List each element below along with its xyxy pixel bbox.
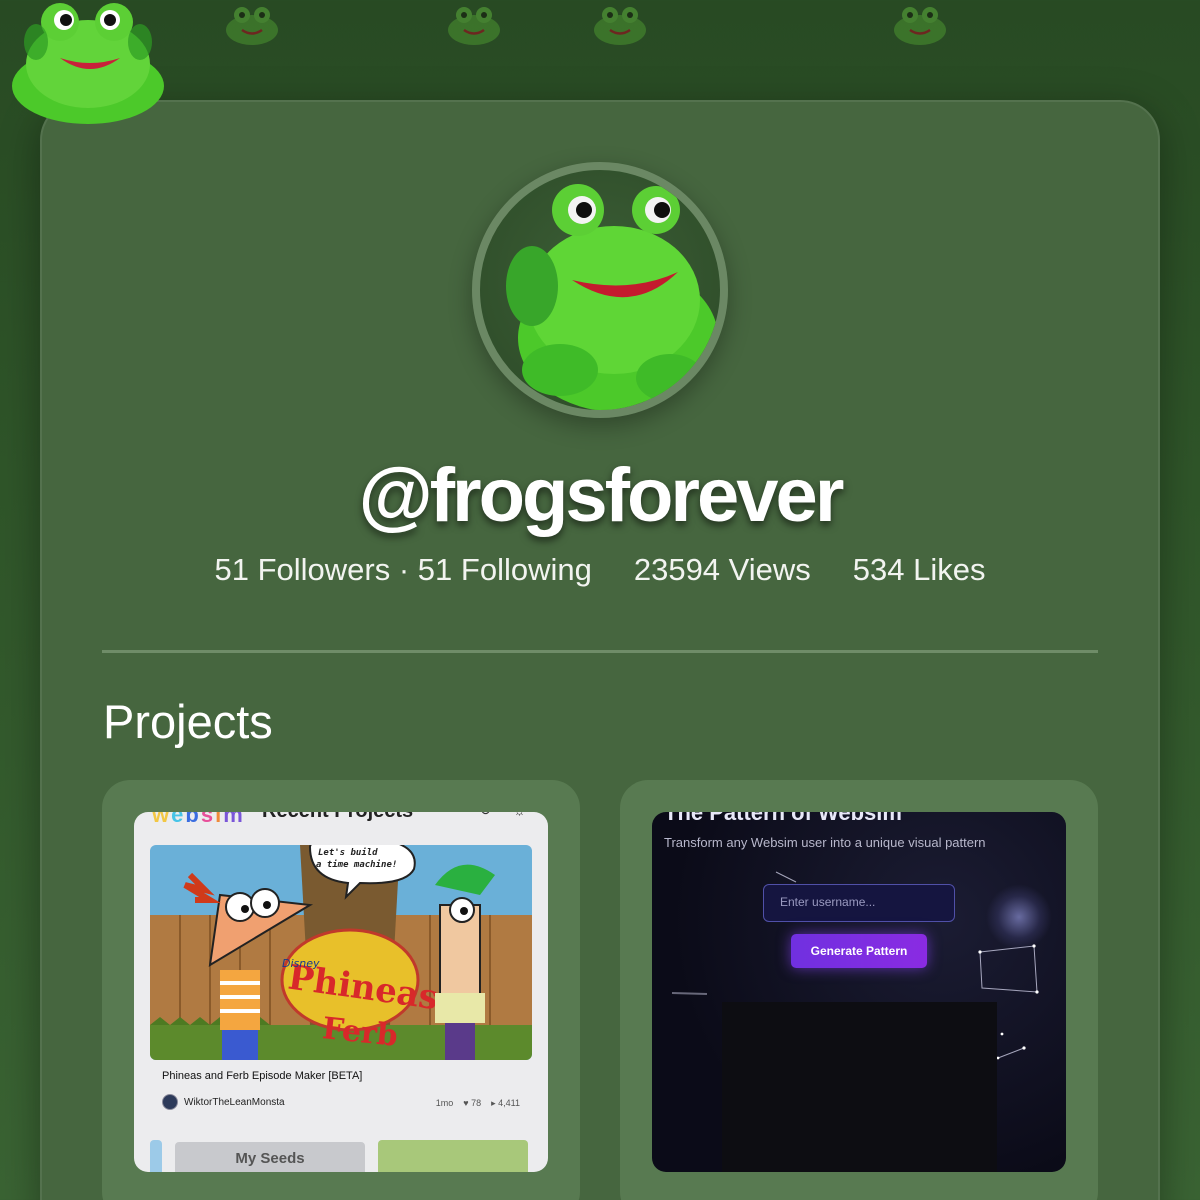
project-card[interactable]: websim Recent Projects ↻ ☼ — [102, 780, 580, 1200]
svg-text:a time machine!: a time machine! — [316, 859, 397, 870]
svg-text:Disney: Disney — [282, 957, 320, 970]
frog-decoration-icon — [448, 7, 500, 45]
followers-following-group: 51 Followers · 51 Following — [214, 552, 591, 588]
views-stat: ▸ 4,411 — [491, 1098, 520, 1109]
views-count: 23594 Views — [633, 552, 811, 587]
likes-stat: ♥ 78 — [463, 1098, 481, 1109]
seeds-tile-left — [150, 1140, 162, 1172]
thumbnail-title: The Pattern of Websim — [664, 812, 902, 825]
frog-decoration-icon — [226, 7, 278, 45]
thumbnail-title: Recent Projects — [262, 812, 413, 823]
frog-decoration-icon — [594, 7, 646, 45]
frog-mascot-icon — [12, 3, 164, 124]
projects-heading: Projects — [103, 695, 273, 748]
author-name: WiktorTheLeanMonsta — [184, 1096, 285, 1108]
profile-username: @frogsforever — [358, 453, 845, 538]
thumbnail-subtitle: Transform any Websim user into a unique … — [664, 835, 986, 850]
project-thumbnail[interactable]: The Pattern of Websim Transform any Webs… — [652, 812, 1066, 1172]
refresh-icon: ↻ — [480, 812, 492, 818]
project-card[interactable]: The Pattern of Websim Transform any Webs… — [620, 780, 1098, 1200]
my-seeds-button[interactable]: My Seeds — [175, 1142, 365, 1172]
author-avatar — [162, 1094, 178, 1110]
websim-logo: websim — [152, 812, 245, 827]
dark-canvas-area — [722, 1002, 997, 1172]
following-link[interactable]: 51 Following — [418, 552, 592, 587]
play-icon: ▸ — [491, 1098, 496, 1108]
thumbnail-header: websim Recent Projects ↻ ☼ — [134, 812, 548, 832]
sun-icon: ☼ — [513, 812, 526, 818]
section-divider — [102, 650, 1098, 653]
username-input[interactable]: Enter username... — [763, 884, 955, 922]
frog-decoration-icon — [894, 7, 946, 45]
project-meta: 1mo ♥ 78 ▸ 4,411 — [436, 1098, 520, 1109]
followers-link[interactable]: 51 Followers — [214, 552, 390, 587]
seeds-row: My Seeds — [150, 1140, 532, 1172]
phineas-ferb-artwork: Phineas Ferb Disney Let's build a time m… — [150, 845, 532, 1060]
glow-orb — [986, 884, 1052, 950]
heart-icon: ♥ — [463, 1098, 469, 1108]
views-value: 4,411 — [498, 1098, 520, 1108]
seeds-tile-right — [378, 1140, 528, 1172]
project-name[interactable]: Phineas and Ferb Episode Maker [BETA] — [162, 1070, 362, 1082]
profile-stats: 51 Followers · 51 Following 23594 Views … — [0, 552, 1200, 588]
likes-value: 78 — [471, 1098, 482, 1108]
profile-avatar[interactable] — [472, 162, 728, 418]
likes-count: 534 Likes — [852, 552, 986, 587]
frog-avatar-icon — [506, 184, 718, 410]
project-author[interactable]: WiktorTheLeanMonsta — [162, 1094, 285, 1110]
svg-text:Let's build: Let's build — [318, 847, 378, 858]
generate-pattern-button[interactable]: Generate Pattern — [791, 934, 927, 968]
project-thumbnail[interactable]: websim Recent Projects ↻ ☼ — [134, 812, 548, 1172]
project-age: 1mo — [435, 1098, 454, 1108]
stats-separator: · — [398, 552, 410, 587]
thumbnail-icons: ↻ ☼ — [462, 812, 526, 819]
